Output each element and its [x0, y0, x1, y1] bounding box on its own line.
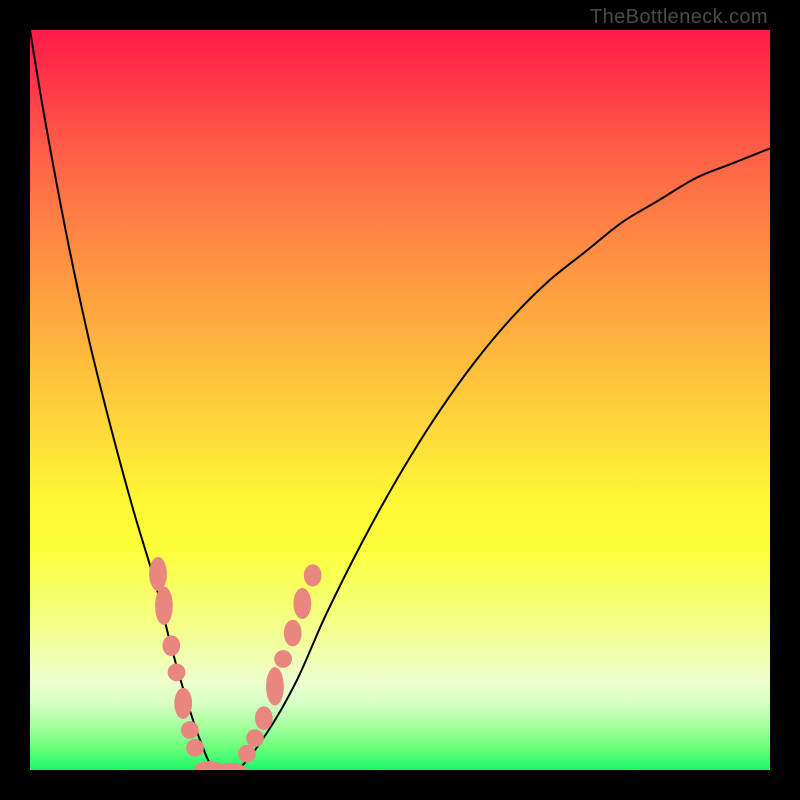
- data-bead: [155, 586, 173, 624]
- data-bead: [149, 557, 167, 591]
- bottleneck-curve: [30, 30, 770, 770]
- data-bead: [284, 620, 302, 647]
- plot-area: [30, 30, 770, 770]
- data-bead: [186, 739, 204, 757]
- chart-frame: TheBottleneck.com: [0, 0, 800, 800]
- data-bead: [255, 706, 273, 730]
- curve-layer: [30, 30, 770, 770]
- data-bead: [246, 729, 264, 747]
- data-bead: [174, 688, 192, 719]
- data-bead: [216, 763, 246, 770]
- watermark-text: TheBottleneck.com: [590, 6, 768, 29]
- data-bead: [274, 650, 292, 668]
- data-bead: [168, 663, 186, 681]
- data-bead: [162, 635, 180, 656]
- data-bead: [304, 564, 322, 586]
- data-bead: [266, 667, 284, 705]
- data-bead: [293, 588, 311, 619]
- data-bead: [181, 721, 199, 739]
- data-bead: [238, 745, 256, 763]
